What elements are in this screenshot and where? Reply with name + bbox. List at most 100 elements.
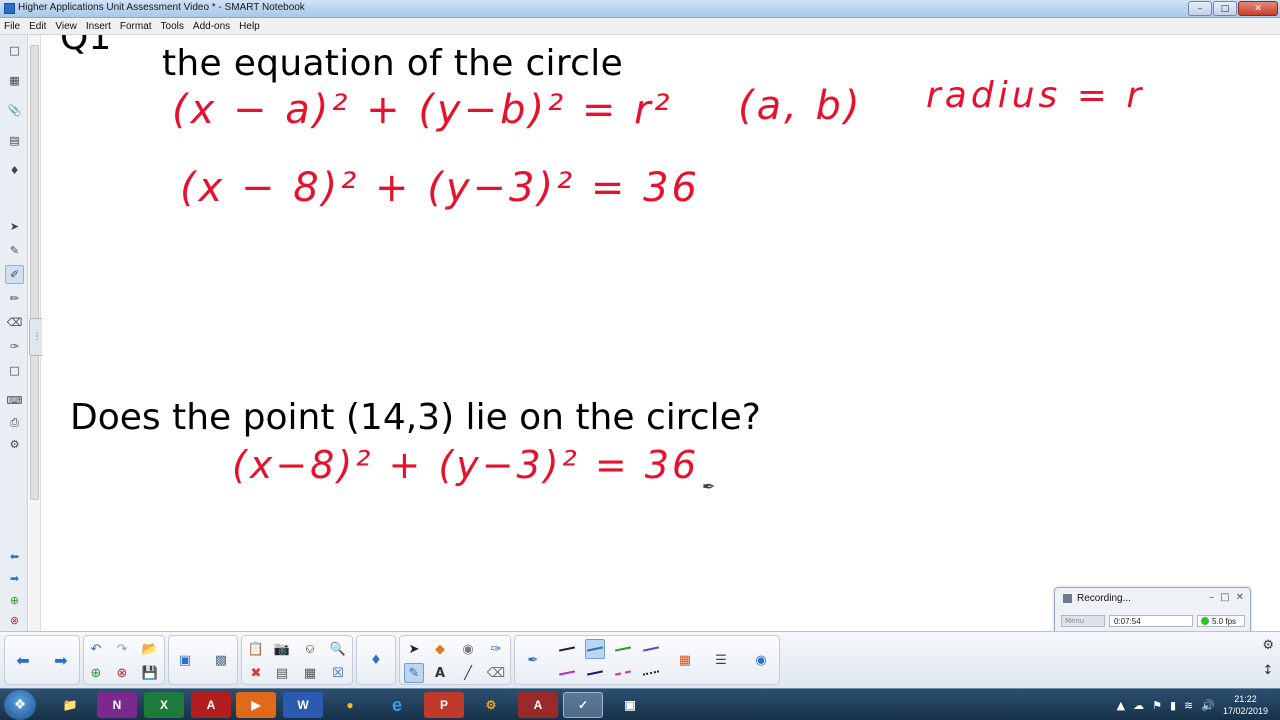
tray-wifi-icon[interactable]: ≋ — [1184, 699, 1193, 712]
toolbar-move-icon[interactable]: ↕ — [1262, 663, 1274, 678]
menu-edit[interactable]: Edit — [29, 21, 46, 32]
add-ons-icon[interactable]: ♦ — [366, 650, 386, 670]
screen-shade-icon[interactable]: ▣ — [175, 650, 195, 670]
menu-tools[interactable]: Tools — [161, 21, 184, 32]
shapes-tool-icon[interactable]: ◆ — [430, 639, 450, 659]
pen-style-purple[interactable] — [641, 639, 661, 659]
pen-type-icon[interactable]: ✒ — [523, 650, 543, 670]
previous-page-icon[interactable]: ⬅ — [13, 650, 33, 670]
menu-view[interactable]: View — [55, 21, 77, 32]
taskbar-clock[interactable]: 21:22 17/02/2019 — [1223, 693, 1268, 717]
creative-pen-icon[interactable]: ✐ — [5, 265, 24, 284]
pen-style-navy[interactable] — [585, 663, 605, 683]
close-button[interactable]: ✕ — [1238, 1, 1278, 16]
pen-style-black[interactable] — [557, 639, 577, 659]
taskbar-word[interactable]: W — [283, 692, 323, 718]
tray-battery-icon[interactable]: ▮ — [1170, 699, 1176, 712]
taskbar-chrome[interactable]: ● — [330, 692, 370, 718]
add-page-icon[interactable]: ⊕ — [86, 663, 106, 683]
ink-check: (x−8)² + (y−3)² = 36 — [232, 443, 700, 487]
recording-restore-icon[interactable]: □ — [1220, 592, 1229, 603]
pen-style-dashed-pink[interactable] — [613, 663, 633, 683]
select-tool-icon[interactable]: ➤ — [404, 639, 424, 659]
tray-flag-icon[interactable]: ⚑ — [1152, 699, 1162, 712]
taskbar-internet-explorer[interactable]: e — [377, 692, 417, 718]
menu-add-ons[interactable]: Add-ons — [193, 21, 230, 32]
toolbar-settings-icon[interactable]: ⚙ — [1262, 638, 1274, 653]
eraser-icon[interactable]: ⌫ — [486, 663, 506, 683]
start-button[interactable]: ❖ — [4, 690, 36, 720]
add-ons-icon[interactable]: ♦ — [5, 161, 24, 180]
window-controls: – □ ✕ — [1188, 1, 1278, 16]
line-thickness-icon[interactable]: ☰ — [711, 650, 731, 670]
maximize-button[interactable]: □ — [1213, 1, 1237, 16]
pen-tool-icon[interactable]: ✎ — [404, 663, 424, 683]
magic-pen-icon[interactable]: ✑ — [486, 639, 506, 659]
save-icon[interactable]: 💾 — [140, 663, 160, 683]
next-page-icon[interactable]: ➡ — [5, 569, 24, 588]
search-icon[interactable]: 🔍 — [328, 639, 348, 659]
delete-page-icon[interactable]: ⊗ — [112, 663, 132, 683]
page-sorter-icon[interactable]: □ — [5, 41, 24, 60]
pen-style-green[interactable] — [613, 639, 633, 659]
menu-insert[interactable]: Insert — [86, 21, 111, 32]
delete-page-icon[interactable]: ⊗ — [5, 611, 24, 630]
delete-icon[interactable]: ☒ — [328, 663, 348, 683]
recording-menu-select[interactable]: Menu — [1061, 615, 1105, 627]
menu-help[interactable]: Help — [239, 21, 260, 32]
clear-page-icon[interactable]: ✖ — [246, 663, 266, 683]
document-camera-icon[interactable]: ⎉ — [300, 639, 320, 659]
transparency-icon[interactable]: ◉ — [751, 650, 771, 670]
magic-pen-icon[interactable]: ✑ — [5, 337, 24, 356]
select-tool-icon[interactable]: ➤ — [5, 217, 24, 236]
eraser-icon[interactable]: ⌫ — [5, 313, 24, 332]
color-palette-icon[interactable]: ▦ — [675, 650, 695, 670]
highlighter-icon[interactable]: ✏ — [5, 289, 24, 308]
taskbar-access[interactable]: A — [518, 692, 558, 718]
menu-format[interactable]: Format — [120, 21, 152, 32]
add-page-icon[interactable]: ⊕ — [5, 591, 24, 610]
taskbar-onenote[interactable]: N — [97, 692, 137, 718]
tray-expand-icon[interactable]: ▲ — [1117, 699, 1125, 712]
settings-icon[interactable]: ⚙ — [5, 435, 24, 454]
taskbar-acrobat[interactable]: A — [191, 692, 231, 718]
print-icon[interactable]: ⎙ — [5, 413, 24, 432]
taskbar-powerpoint[interactable]: P — [424, 692, 464, 718]
fill-tool-icon[interactable]: ◉ — [458, 639, 478, 659]
menu-file[interactable]: File — [4, 21, 20, 32]
attachments-icon[interactable]: 📎 — [5, 101, 24, 120]
keyboard-icon[interactable]: ⌨ — [5, 391, 24, 410]
redo-icon[interactable]: ↷ — [112, 639, 132, 659]
taskbar-settings-app[interactable]: ⚙ — [471, 692, 511, 718]
line-tool-icon[interactable]: ╱ — [458, 663, 478, 683]
minimize-button[interactable]: – — [1188, 1, 1212, 16]
pen-style-blue[interactable] — [585, 639, 605, 659]
taskbar-smart-notebook[interactable]: ✓ — [563, 692, 603, 718]
gallery-icon[interactable]: ▦ — [5, 71, 24, 90]
tray-volume-icon[interactable]: 🔊 — [1201, 699, 1215, 712]
taskbar-file-explorer-icon[interactable]: 📁 — [50, 692, 90, 718]
undo-icon[interactable]: ↶ — [86, 639, 106, 659]
screen-capture-icon[interactable]: 📷 — [272, 639, 292, 659]
paste-icon[interactable]: 📋 — [246, 639, 266, 659]
reset-page-icon[interactable]: ▤ — [272, 663, 292, 683]
side-scrollbar-thumb[interactable] — [30, 45, 39, 500]
recording-minimize-icon[interactable]: – — [1209, 592, 1214, 603]
pen-tool-icon[interactable]: ✎ — [5, 241, 24, 260]
recording-close-icon[interactable]: ✕ — [1236, 592, 1244, 603]
insert-table-icon[interactable]: ▦ — [300, 663, 320, 683]
full-screen-icon[interactable]: ▩ — [211, 650, 231, 670]
open-file-icon[interactable]: 📂 — [140, 639, 160, 659]
taskbar-excel[interactable]: X — [144, 692, 184, 718]
notebook-page[interactable]: Q1 the equation of the circle (x − a)² +… — [42, 35, 1280, 631]
taskbar-media-player[interactable]: ▶ — [236, 692, 276, 718]
taskbar-recorder[interactable]: ▣ — [610, 692, 650, 718]
previous-page-icon[interactable]: ⬅ — [5, 547, 24, 566]
pen-style-magenta[interactable] — [557, 663, 577, 683]
tray-network-icon[interactable]: ☁ — [1133, 699, 1144, 712]
next-page-icon[interactable]: ➡ — [51, 650, 71, 670]
pen-style-dotted-black[interactable] — [641, 663, 661, 683]
text-tool-icon[interactable]: A — [430, 663, 450, 683]
text-tool-icon[interactable]: □ — [5, 361, 24, 380]
properties-icon[interactable]: ▤ — [5, 131, 24, 150]
